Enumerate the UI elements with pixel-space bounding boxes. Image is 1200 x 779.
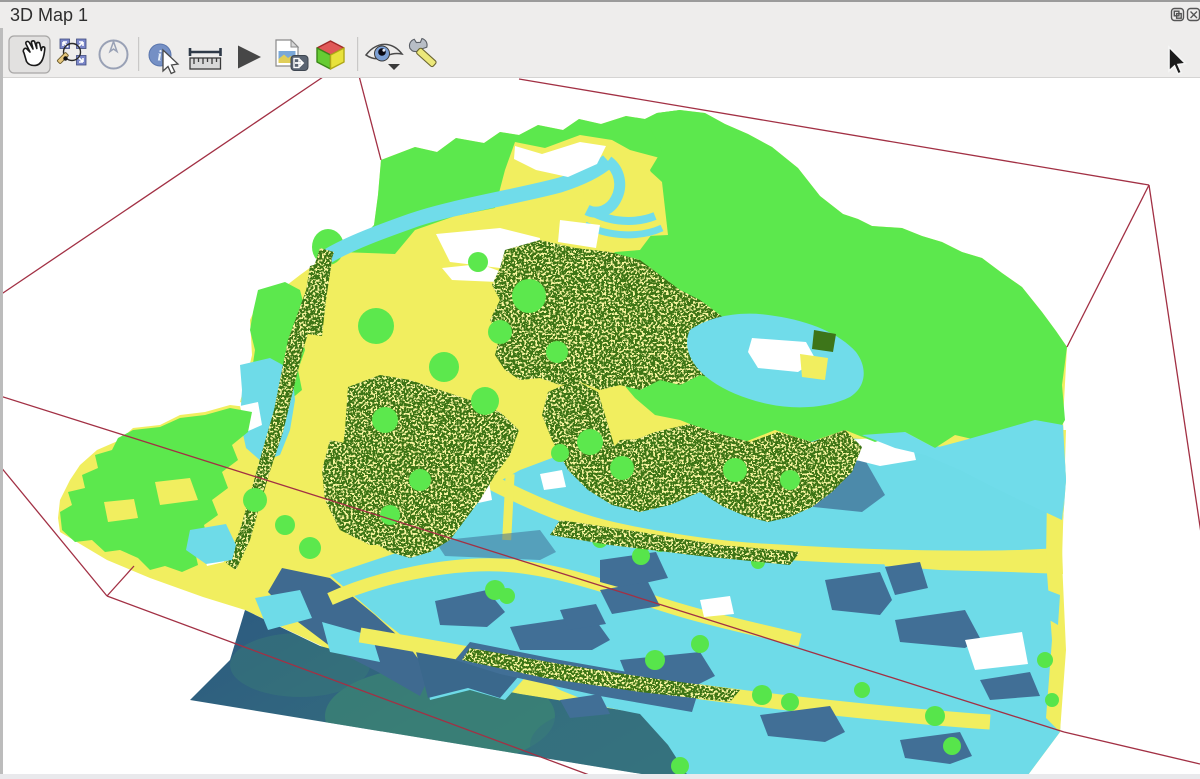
svg-text:3D Map 1: 3D Map 1 bbox=[10, 5, 88, 25]
